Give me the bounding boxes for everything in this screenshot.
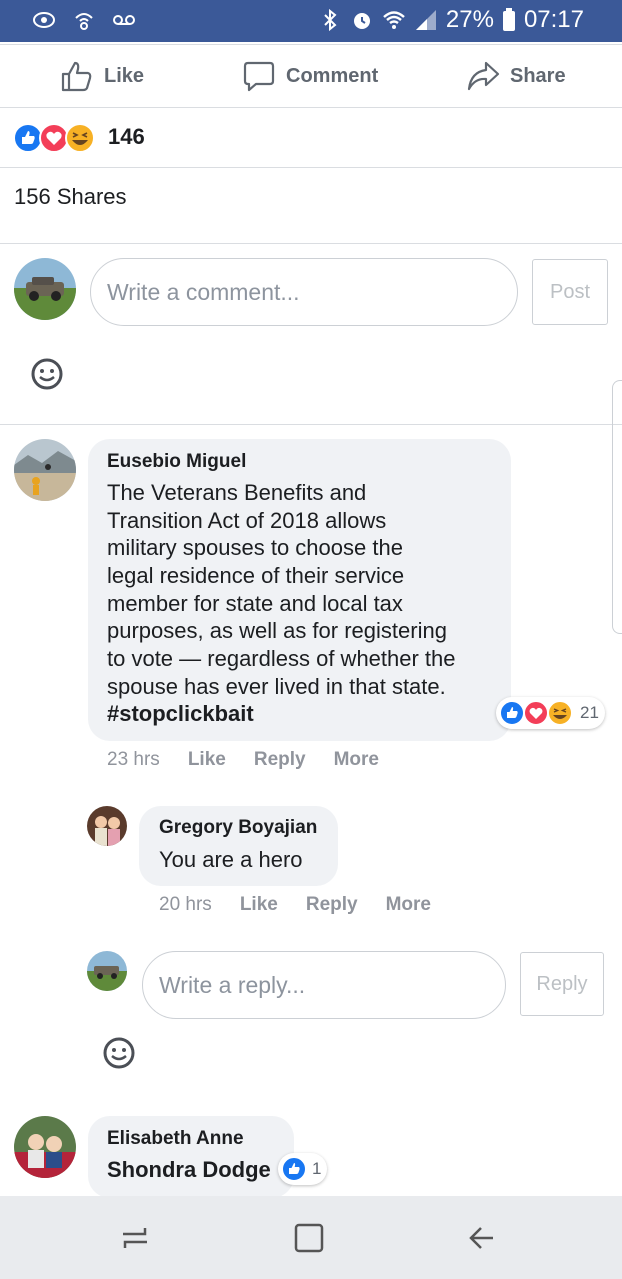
comment-text-line: The Veterans Benefits and	[107, 480, 367, 505]
mentioned-user-link[interactable]: Shondra Dodge	[107, 1156, 271, 1184]
voicemail-icon	[113, 15, 135, 25]
reaction-icons	[499, 700, 573, 726]
reply-submit-label: Reply	[536, 972, 588, 995]
shares-count[interactable]: 156 Shares	[14, 184, 127, 210]
hashtag-link[interactable]: #stopclickbait	[107, 700, 254, 728]
battery-percent: 27%	[445, 6, 494, 33]
post-button-label: Post	[549, 280, 591, 303]
clock: 07:17	[523, 6, 584, 33]
comment-author-name[interactable]: Eusebio Miguel	[107, 451, 246, 473]
like-reaction-icon	[281, 1156, 307, 1182]
comment-time: 23 hrs	[107, 749, 160, 770]
shares-row: 156 Shares	[0, 170, 622, 244]
reply-author-avatar[interactable]	[87, 806, 127, 846]
comment-reaction-count: 1	[312, 1159, 322, 1178]
reply-submit-button[interactable]: Reply	[520, 952, 604, 1016]
wifi-icon	[383, 11, 405, 29]
reply-author-name[interactable]: Gregory Boyajian	[159, 817, 317, 839]
reply-meta: 20 hrs Like Reply More	[159, 894, 431, 916]
comment-reactions-badge[interactable]: 1	[278, 1153, 328, 1185]
status-bar: 27% 07:17	[0, 0, 622, 42]
reply-time: 20 hrs	[159, 894, 212, 915]
comment-reply-link[interactable]: Reply	[254, 749, 306, 771]
comment-reactions-badge[interactable]: 21	[496, 697, 605, 729]
comment-reaction-count: 21	[580, 703, 599, 722]
section-divider	[0, 424, 622, 425]
comment-text-line: member for state and local tax	[107, 591, 403, 616]
comment-text-line: military spouses to choose the	[107, 535, 403, 560]
reaction-icons	[13, 123, 95, 153]
comment-author-name[interactable]: Elisabeth Anne	[107, 1128, 244, 1150]
recent-apps-icon[interactable]	[111, 1214, 159, 1262]
system-navigation-bar	[0, 1196, 622, 1279]
reply-input[interactable]: Write a reply...	[142, 951, 506, 1019]
scrollbar[interactable]	[612, 380, 622, 634]
user-avatar-small	[87, 951, 127, 991]
signal-icon	[415, 10, 436, 30]
comment-text-line: to vote — regardless of whether the	[107, 646, 456, 671]
home-icon[interactable]	[285, 1214, 333, 1262]
share-arrow-icon	[467, 61, 500, 91]
bluetooth-icon	[324, 8, 337, 32]
like-label: Like	[104, 64, 145, 87]
reply-text: You are a hero	[159, 847, 303, 872]
alarm-icon	[353, 13, 370, 29]
comment-author-avatar[interactable]	[14, 439, 76, 501]
comment-more-link[interactable]: More	[334, 749, 379, 771]
share-label: Share	[510, 64, 566, 87]
comment-author-avatar[interactable]	[14, 1116, 76, 1178]
user-avatar	[14, 258, 76, 320]
smiley-icon[interactable]	[30, 357, 64, 391]
comment-text-line: Transition Act of 2018 allows	[107, 508, 387, 533]
smiley-icon[interactable]	[102, 1036, 136, 1070]
comment-placeholder: Write a comment...	[107, 278, 300, 305]
back-icon[interactable]	[459, 1214, 507, 1262]
reaction-count: 146	[108, 124, 145, 149]
comment-like-link[interactable]: Like	[188, 749, 226, 771]
comment-text-line: purposes, as well as for registering	[107, 618, 447, 643]
comment-input[interactable]: Write a comment...	[90, 258, 518, 326]
wifi-calling-icon	[75, 13, 93, 30]
comment-button[interactable]: Comment	[242, 59, 378, 93]
share-button[interactable]: Share	[466, 59, 566, 93]
reply-like-link[interactable]: Like	[240, 894, 278, 916]
post-actions-bar: Like Comment Share	[0, 44, 622, 108]
battery-icon	[502, 8, 515, 31]
haha-reaction-icon	[65, 123, 95, 153]
speech-bubble-icon	[243, 61, 275, 92]
comment-text-line: spouse has ever lived in that state.	[107, 674, 446, 699]
post-button[interactable]: Post	[532, 259, 608, 325]
comment-meta: 23 hrs Like Reply More	[107, 749, 379, 771]
thumbs-up-icon	[61, 61, 92, 92]
reply-more-link[interactable]: More	[386, 894, 431, 916]
comment-label: Comment	[286, 64, 379, 87]
comment-text-line: legal residence of their service	[107, 563, 405, 588]
reply-placeholder: Write a reply...	[159, 971, 306, 998]
like-button[interactable]: Like	[60, 59, 144, 93]
reactions-summary[interactable]: 146	[0, 110, 622, 168]
reply-reply-link[interactable]: Reply	[306, 894, 358, 916]
game-controller-icon	[33, 12, 55, 28]
